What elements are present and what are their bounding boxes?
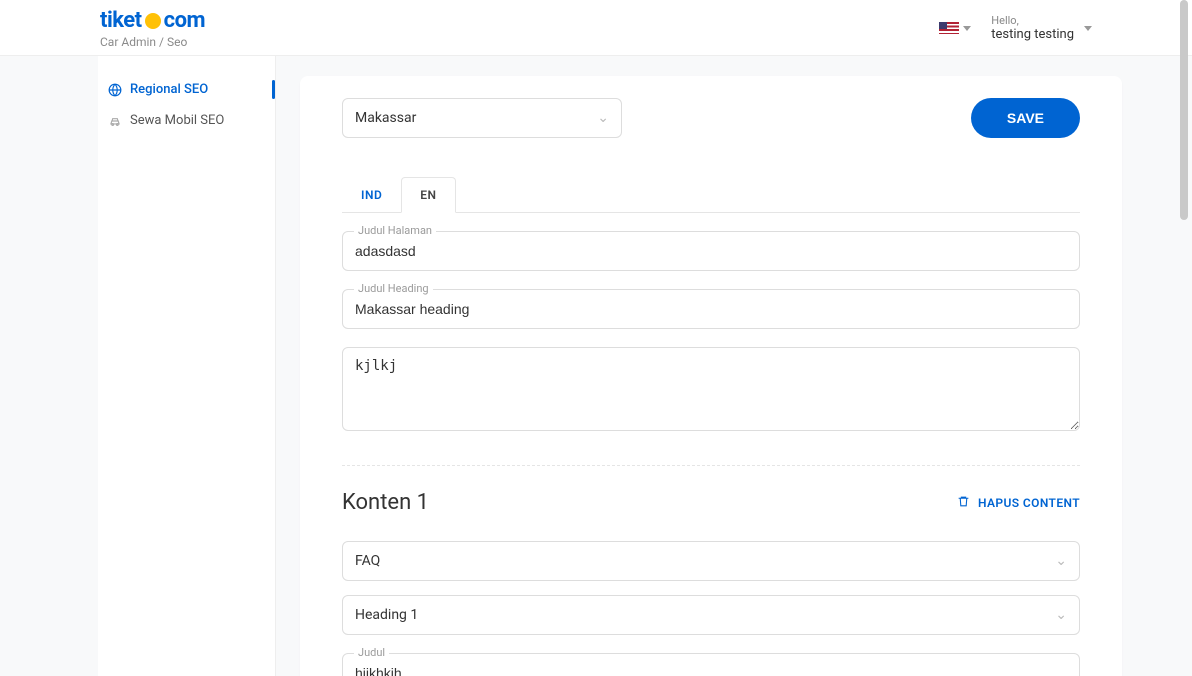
breadcrumb: Car Admin / Seo xyxy=(100,35,205,49)
form-card: Makassar ⌄ SAVE IND EN Judul Halaman Jud… xyxy=(300,76,1122,676)
header-right: Hello, testing testing xyxy=(939,14,1092,43)
chevron-down-icon: ⌄ xyxy=(597,110,609,126)
region-select-value: Makassar xyxy=(355,110,416,126)
logo-block: tiket com Car Admin / Seo xyxy=(100,8,205,49)
hapus-content-label: HAPUS CONTENT xyxy=(978,496,1080,510)
user-greeting: Hello, xyxy=(991,14,1074,27)
brand-text-right: com xyxy=(164,8,205,33)
chevron-down-icon xyxy=(1084,26,1092,31)
hapus-content-button[interactable]: HAPUS CONTENT xyxy=(957,495,1080,511)
main-content: Makassar ⌄ SAVE IND EN Judul Halaman Jud… xyxy=(276,56,1192,676)
sidebar: Regional SEO Sewa Mobil SEO xyxy=(98,56,276,676)
save-button[interactable]: SAVE xyxy=(971,98,1080,138)
vertical-scrollbar[interactable] xyxy=(1180,0,1190,676)
description-textarea[interactable] xyxy=(342,347,1080,431)
globe-icon xyxy=(108,83,122,97)
konten-judul-label: Judul xyxy=(354,646,389,659)
app-header: tiket com Car Admin / Seo Hello, testing… xyxy=(0,0,1192,56)
description-field xyxy=(342,347,1080,435)
sidebar-item-regional-seo[interactable]: Regional SEO xyxy=(98,74,275,105)
konten-title: Konten 1 xyxy=(342,490,429,515)
brand-dot-icon xyxy=(145,13,161,29)
us-flag-icon xyxy=(939,22,959,34)
car-icon xyxy=(108,114,122,128)
trash-icon xyxy=(957,495,970,511)
user-name: testing testing xyxy=(991,27,1074,43)
brand-text-left: tiket xyxy=(100,8,142,33)
judul-heading-input[interactable] xyxy=(342,289,1080,329)
judul-halaman-field: Judul Halaman xyxy=(342,231,1080,271)
konten-header: Konten 1 HAPUS CONTENT xyxy=(342,490,1080,515)
chevron-down-icon: ⌄ xyxy=(1055,553,1067,569)
user-menu[interactable]: Hello, testing testing xyxy=(991,14,1092,43)
konten-judul-input[interactable] xyxy=(342,653,1080,676)
judul-halaman-input[interactable] xyxy=(342,231,1080,271)
heading-level-value: Heading 1 xyxy=(355,607,418,623)
judul-halaman-label: Judul Halaman xyxy=(354,224,436,237)
tab-en[interactable]: EN xyxy=(401,177,455,213)
chevron-down-icon: ⌄ xyxy=(1055,607,1067,623)
body-area: Regional SEO Sewa Mobil SEO Makassar ⌄ S… xyxy=(0,56,1192,676)
heading-level-select[interactable]: Heading 1 ⌄ xyxy=(342,595,1080,635)
content-type-select[interactable]: FAQ ⌄ xyxy=(342,541,1080,581)
scrollbar-thumb[interactable] xyxy=(1180,0,1188,220)
user-text: Hello, testing testing xyxy=(991,14,1074,43)
sidebar-item-label: Sewa Mobil SEO xyxy=(130,113,224,128)
language-tabs: IND EN xyxy=(342,176,1080,213)
judul-heading-label: Judul Heading xyxy=(354,282,433,295)
sidebar-item-label: Regional SEO xyxy=(130,82,208,97)
section-divider xyxy=(342,465,1080,466)
content-type-value: FAQ xyxy=(355,553,380,569)
brand-logo: tiket com xyxy=(100,8,205,33)
top-row: Makassar ⌄ SAVE xyxy=(342,98,1080,138)
judul-heading-field: Judul Heading xyxy=(342,289,1080,329)
konten-judul-field: Judul xyxy=(342,653,1080,676)
chevron-down-icon xyxy=(963,26,971,31)
sidebar-item-sewa-mobil-seo[interactable]: Sewa Mobil SEO xyxy=(98,105,275,136)
tab-ind[interactable]: IND xyxy=(342,177,401,213)
language-switcher[interactable] xyxy=(939,22,971,34)
region-select[interactable]: Makassar ⌄ xyxy=(342,98,622,138)
